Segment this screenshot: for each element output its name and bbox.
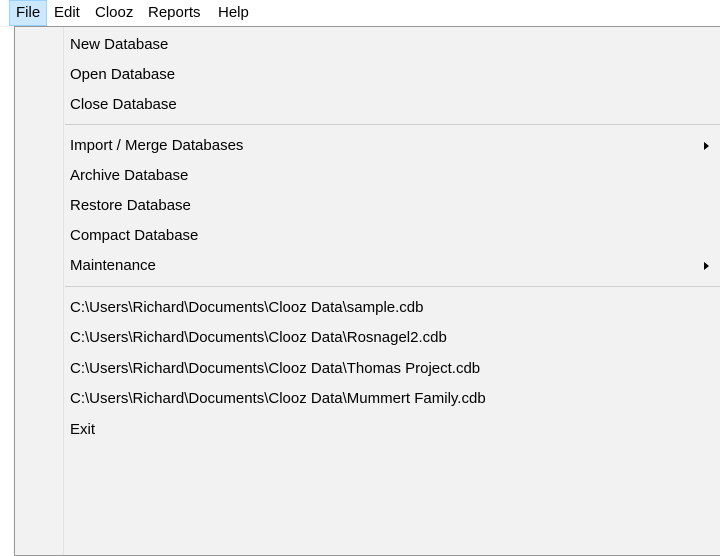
menu-separator (65, 124, 720, 125)
menu-file[interactable]: File (9, 0, 48, 26)
menu-item-label: Archive Database (70, 167, 189, 184)
menu-item-label: Close Database (70, 96, 177, 113)
menu-item-maintenance[interactable]: Maintenance (15, 251, 720, 281)
menu-item-close-database[interactable]: Close Database (15, 90, 720, 120)
menu-item-compact-database[interactable]: Compact Database (15, 221, 720, 251)
file-menu-dropdown: New Database Open Database Close Databas… (14, 26, 720, 556)
menu-item-recent-file-4[interactable]: C:\Users\Richard\Documents\Clooz Data\Mu… (15, 384, 720, 414)
menu-item-label: New Database (70, 36, 169, 53)
menu-item-archive-database[interactable]: Archive Database (15, 161, 720, 191)
menu-item-label: Restore Database (70, 197, 191, 214)
submenu-arrow-icon (704, 142, 709, 150)
menu-help[interactable]: Help (212, 0, 255, 26)
menu-item-label: C:\Users\Richard\Documents\Clooz Data\sa… (70, 299, 424, 316)
menu-item-exit[interactable]: Exit (15, 415, 720, 445)
menu-item-open-database[interactable]: Open Database (15, 60, 720, 90)
menu-edit[interactable]: Edit (48, 0, 86, 26)
menu-item-recent-file-2[interactable]: C:\Users\Richard\Documents\Clooz Data\Ro… (15, 323, 720, 353)
menu-item-recent-file-3[interactable]: C:\Users\Richard\Documents\Clooz Data\Th… (15, 354, 720, 384)
submenu-arrow-icon (704, 262, 709, 270)
menu-item-label: C:\Users\Richard\Documents\Clooz Data\Th… (70, 360, 481, 377)
menu-item-label: Compact Database (70, 227, 199, 244)
menu-item-recent-file-1[interactable]: C:\Users\Richard\Documents\Clooz Data\sa… (15, 293, 720, 323)
menu-bar: File Edit Clooz Reports Help (0, 0, 720, 27)
menu-reports[interactable]: Reports (142, 0, 207, 26)
menu-item-label: Maintenance (70, 257, 156, 274)
menu-item-label: Import / Merge Databases (70, 137, 244, 154)
menu-item-new-database[interactable]: New Database (15, 30, 720, 60)
menu-item-label: C:\Users\Richard\Documents\Clooz Data\Ro… (70, 329, 447, 346)
menu-item-import-merge[interactable]: Import / Merge Databases (15, 131, 720, 161)
menu-separator (65, 286, 720, 287)
menu-item-label: Exit (70, 421, 96, 438)
menu-item-label: C:\Users\Richard\Documents\Clooz Data\Mu… (70, 390, 486, 407)
menu-item-label: Open Database (70, 66, 176, 83)
menu-item-restore-database[interactable]: Restore Database (15, 191, 720, 221)
menu-clooz[interactable]: Clooz (89, 0, 139, 26)
